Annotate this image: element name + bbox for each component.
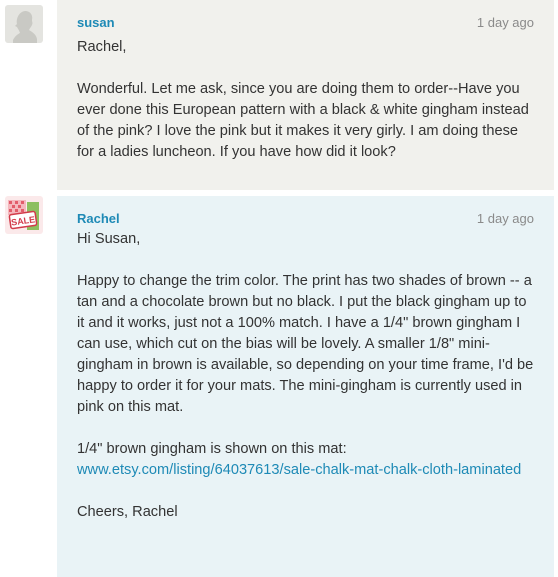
sale-shop-avatar-icon[interactable]: SALE [5, 196, 43, 234]
message-header: Rachel 1 day ago [77, 207, 534, 226]
message-paragraph: 1/4" brown gingham is shown on this mat: [77, 441, 347, 457]
message-body: Rachel, Wonderful. Let me ask, since you… [77, 37, 534, 163]
message-body: Hi Susan, Happy to change the trim color… [77, 229, 534, 523]
message-greeting: Rachel, [77, 39, 127, 55]
conversation-thread: susan 1 day ago Rachel, Wonderful. Let m… [0, 0, 558, 577]
message-timestamp: 1 day ago [476, 211, 534, 226]
listing-link-line: www.etsy.com/listing/64037613/sale-chalk… [77, 460, 534, 481]
sender-name[interactable]: Rachel [77, 211, 120, 226]
message-header: susan 1 day ago [77, 11, 534, 30]
message-paragraph: Wonderful. Let me ask, since you are doi… [77, 81, 529, 160]
message-paragraph: Happy to change the trim color. The prin… [77, 273, 534, 415]
message-greeting: Hi Susan, [77, 231, 141, 247]
message-closing: Cheers, Rachel [77, 504, 178, 520]
silhouette-avatar-icon[interactable] [5, 5, 43, 43]
listing-link[interactable]: www.etsy.com/listing/64037613/sale-chalk… [77, 462, 521, 478]
message-bubble: susan 1 day ago Rachel, Wonderful. Let m… [57, 0, 554, 190]
message-bubble: Rachel 1 day ago Hi Susan, Happy to chan… [57, 196, 554, 577]
sender-name[interactable]: susan [77, 15, 115, 30]
message-timestamp: 1 day ago [476, 15, 534, 30]
